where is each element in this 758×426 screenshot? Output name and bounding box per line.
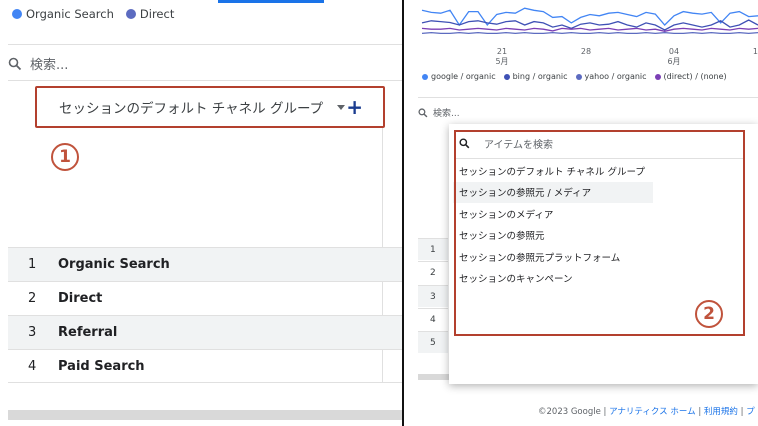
legend-dot-icon (12, 9, 22, 19)
legend-item-organic[interactable]: Organic Search (12, 7, 114, 21)
legend-dot-icon (503, 73, 510, 80)
dropdown-caret-icon[interactable] (337, 104, 346, 110)
table-row[interactable]: 2 Direct (8, 281, 402, 315)
legend-item[interactable]: (direct) / (none) (654, 72, 727, 81)
data-table: 1 Organic Search 2 Direct 3 Referral 4 P… (8, 247, 402, 383)
step-number: 2 (703, 304, 715, 324)
legend-label: Direct (139, 7, 175, 21)
legend-dot-icon (422, 73, 428, 80)
search-placeholder: 検索... (433, 109, 460, 119)
row-index: 2 (28, 291, 37, 306)
chart-legend: google / organic bing / organic yahoo / … (422, 72, 735, 81)
row-index: 3 (28, 325, 37, 340)
legend-label: yahoo / organic (584, 72, 647, 81)
row-label: Paid Search (58, 358, 145, 374)
series-line-3 (421, 27, 758, 32)
x-tick-label: 21 5月 (495, 47, 509, 66)
search-input[interactable]: 検索... (418, 106, 460, 119)
table-row[interactable]: 4 (418, 308, 448, 330)
x-tick-label: 11 (752, 47, 758, 56)
search-icon (418, 107, 428, 117)
row-label: Direct (58, 291, 103, 306)
legend-label: bing / organic (512, 72, 568, 81)
row-label: Organic Search (58, 257, 170, 272)
table-row[interactable]: 1 Organic Search (8, 247, 402, 281)
table-row[interactable]: 4 Paid Search (8, 349, 402, 383)
legend-dot-icon (125, 9, 136, 19)
table-row[interactable]: 2 (418, 261, 448, 283)
search-placeholder: 検索... (30, 58, 69, 73)
legend-item[interactable]: bing / organic (503, 72, 568, 81)
right-panel: 21 5月 28 04 6月 11 google / organic bing … (404, 0, 758, 426)
row-index: 4 (28, 358, 37, 374)
series-line-2 (421, 31, 758, 35)
plus-icon[interactable]: + (346, 95, 363, 119)
dimension-label: セッションのデフォルト チャネル グループ (59, 101, 324, 117)
table-row[interactable]: 1 (418, 238, 448, 260)
page-footer: ©2023 Google | アナリティクス ホーム | 利用規約 | プ (538, 407, 755, 417)
divider-line (418, 97, 758, 98)
terms-link[interactable]: 利用規約 (704, 407, 738, 417)
step-marker-2: 2 (695, 300, 723, 328)
legend-label: (direct) / (none) (663, 72, 727, 81)
legend-dot-icon (575, 73, 582, 80)
x-tick-label: 04 6月 (667, 47, 681, 66)
horizontal-scrollbar[interactable] (8, 410, 402, 420)
copyright-text: ©2023 Google (538, 407, 601, 417)
analytics-home-link[interactable]: アナリティクス ホーム (609, 407, 696, 417)
privacy-link[interactable]: プ (746, 407, 755, 417)
table-row[interactable]: 3 Referral (8, 315, 402, 349)
legend-item-direct[interactable]: Direct (125, 7, 175, 21)
divider-line (8, 44, 402, 45)
divider-line (8, 80, 402, 81)
legend-label: Organic Search (26, 7, 114, 21)
chart-legend: Organic Search Direct (12, 7, 186, 21)
x-tick-label: 28 (580, 47, 592, 56)
left-panel: Organic Search Direct 検索... セッションのデフォルト … (0, 0, 402, 426)
search-icon (8, 57, 22, 70)
table-row[interactable]: 3 (418, 285, 448, 307)
dimension-selector[interactable]: セッションのデフォルト チャネル グループ + (35, 86, 385, 128)
search-input[interactable]: 検索... (8, 54, 68, 73)
step-marker-1: 1 (51, 143, 79, 171)
table-row[interactable]: 5 (418, 331, 448, 353)
legend-item[interactable]: google / organic (422, 72, 496, 81)
line-chart (421, 7, 758, 35)
legend-item[interactable]: yahoo / organic (575, 72, 647, 81)
legend-label: google / organic (431, 72, 496, 81)
row-label: Referral (58, 325, 118, 340)
step-number: 1 (59, 147, 71, 167)
legend-dot-icon (654, 73, 661, 80)
row-index: 1 (28, 257, 37, 272)
selected-tab-indicator (218, 0, 324, 3)
